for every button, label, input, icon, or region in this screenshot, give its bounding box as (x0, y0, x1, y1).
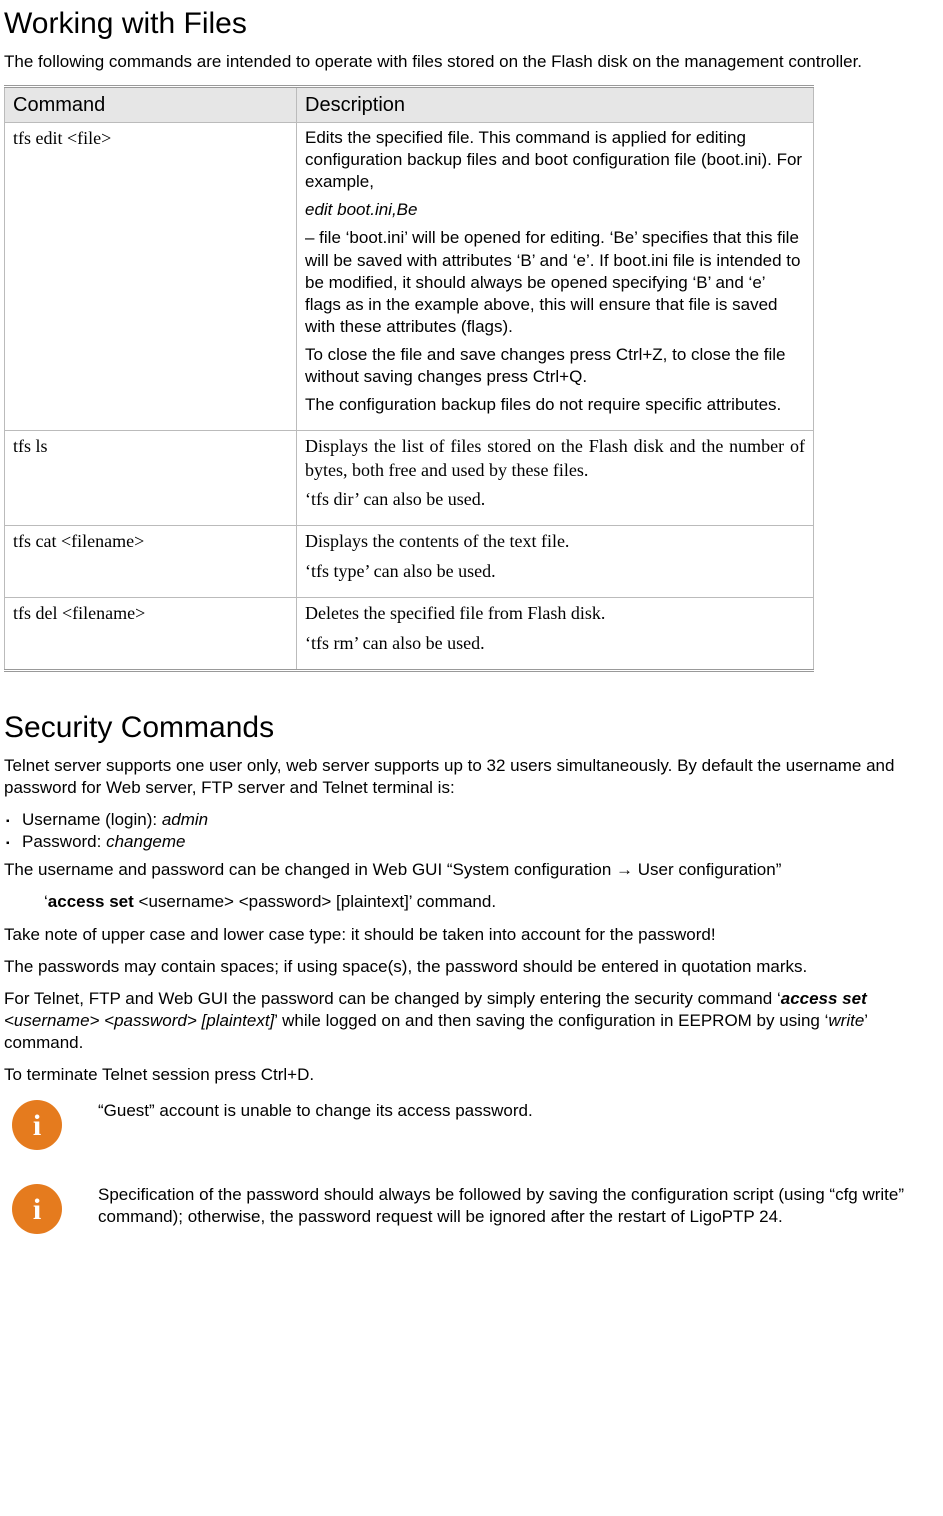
list-item: Password: changeme (24, 831, 939, 853)
desc-text: ‘tfs type’ can also be used. (305, 560, 805, 583)
cmd-bold-italic: access set (781, 989, 867, 1008)
th-command: Command (5, 87, 297, 123)
desc-cell: Displays the contents of the text file. … (297, 526, 814, 598)
desc-text: Displays the list of files stored on the… (305, 435, 805, 482)
info-text: “Guest” account is unable to change its … (98, 1100, 939, 1122)
command-table: Command Description tfs edit <file> Edit… (4, 85, 814, 672)
password-label: Password: (22, 832, 106, 851)
spaces-note: The passwords may contain spaces; if usi… (4, 956, 939, 978)
cmd-cell: tfs cat <filename> (5, 526, 297, 598)
terminate-note: To terminate Telnet session press Ctrl+D… (4, 1064, 939, 1086)
gui-config-note: The username and password can be changed… (4, 859, 939, 881)
info-note: i Specification of the password should a… (4, 1184, 939, 1234)
cmd-cell: tfs del <filename> (5, 598, 297, 671)
desc-text: The configuration backup files do not re… (305, 394, 805, 416)
table-row: tfs edit <file> Edits the specified file… (5, 123, 814, 431)
desc-cell: Deletes the specified file from Flash di… (297, 598, 814, 671)
cmd-cell: tfs ls (5, 431, 297, 526)
table-row: tfs cat <filename> Displays the contents… (5, 526, 814, 598)
list-item: Username (login): admin (24, 809, 939, 831)
desc-text: To close the file and save changes press… (305, 344, 805, 388)
desc-text: Edits the specified file. This command i… (305, 127, 805, 193)
access-set-command: ‘access set <username> <password> [plain… (44, 891, 939, 913)
intro-paragraph: The following commands are intended to o… (4, 51, 939, 73)
desc-cell: Displays the list of files stored on the… (297, 431, 814, 526)
section-title-working-with-files: Working with Files (4, 4, 939, 43)
info-icon: i (12, 1184, 62, 1234)
security-intro: Telnet server supports one user only, we… (4, 755, 939, 799)
table-header-row: Command Description (5, 87, 814, 123)
desc-text: ‘tfs dir’ can also be used. (305, 488, 805, 511)
table-row: tfs ls Displays the list of files stored… (5, 431, 814, 526)
info-note: i “Guest” account is unable to change it… (4, 1100, 939, 1150)
username-label: Username (login): (22, 810, 162, 829)
desc-text: ‘tfs rm’ can also be used. (305, 632, 805, 655)
password-value: changeme (106, 832, 185, 851)
section-title-security-commands: Security Commands (4, 708, 939, 747)
desc-example: edit boot.ini,Be (305, 199, 805, 221)
desc-cell: Edits the specified file. This command i… (297, 123, 814, 431)
cmd-bold: access set (48, 892, 134, 911)
info-text: Specification of the password should alw… (98, 1184, 939, 1228)
desc-text: Deletes the specified file from Flash di… (305, 602, 805, 625)
th-description: Description (297, 87, 814, 123)
desc-text: Displays the contents of the text file. (305, 530, 805, 553)
info-icon: i (12, 1100, 62, 1150)
desc-text: – file ‘boot.ini’ will be opened for edi… (305, 227, 805, 337)
username-value: admin (162, 810, 208, 829)
case-note: Take note of upper case and lower case t… (4, 924, 939, 946)
table-row: tfs del <filename> Deletes the specified… (5, 598, 814, 671)
credentials-list: Username (login): admin Password: change… (4, 809, 939, 853)
cmd-cell: tfs edit <file> (5, 123, 297, 431)
telnet-ftp-note: For Telnet, FTP and Web GUI the password… (4, 988, 939, 1054)
